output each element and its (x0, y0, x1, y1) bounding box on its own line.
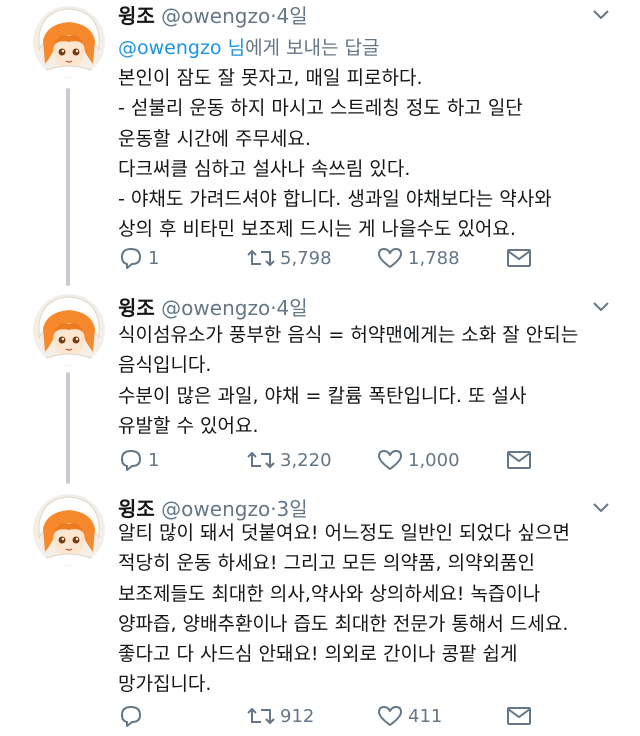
tweet-line: 양파즙, 양배추환이나 즙도 최대한 전문가 통해서 드세요. (118, 612, 569, 635)
direct-message-icon (507, 249, 531, 267)
like-count: 1,788 (408, 247, 460, 269)
tweet-text: 식이섬유소가 풍부한 음식 = 허약맨에게는 소화 잘 안되는 음식입니다. 수… (118, 320, 618, 441)
like-icon (378, 248, 402, 268)
direct-message-icon (507, 451, 531, 469)
direct-message-button[interactable] (506, 243, 532, 273)
tweet-text: 알티 많이 돼서 덧붙여요! 어느정도 일반인 되었다 싶으면 적당히 운동 하… (118, 518, 618, 700)
tweet-line: 본인이 잠도 잘 못자고, 매일 피로하다. (118, 67, 423, 89)
tweet-line: 망가집니다. (118, 673, 212, 696)
tweet-line: 알티 많이 돼서 덧붙여요! 어느정도 일반인 되었다 싶으면 (118, 522, 570, 544)
tweet-line: 식이섬유소가 풍부한 음식 = 허약맨에게는 소화 잘 안되는 (118, 324, 579, 346)
retweet-icon (247, 707, 275, 725)
direct-message-icon (507, 707, 531, 725)
like-count: 1,000 (408, 449, 460, 471)
avatar-illustration-icon (33, 494, 105, 566)
like-button[interactable]: 411 (376, 701, 442, 731)
retweet-count: 5,798 (280, 247, 332, 269)
tweet-line: 유발할 수 있어요. (118, 414, 259, 437)
thread-line (66, 88, 70, 286)
tweet-line: 다크써클 심하고 설사나 속쓰림 있다. (118, 157, 411, 180)
chevron-down-icon[interactable] (592, 301, 610, 313)
avatar[interactable] (33, 494, 105, 566)
timestamp[interactable]: 4일 (277, 296, 308, 320)
chevron-down-icon[interactable] (592, 502, 610, 514)
tweet-line: 좋다고 다 사드심 안돼요! 의외로 간이나 콩팥 쉽게 (118, 643, 518, 666)
retweet-icon (247, 249, 275, 267)
tweet-line: 운동할 시간에 주무세요. (118, 127, 311, 150)
reply-icon (121, 706, 141, 727)
avatar-illustration-icon (33, 6, 105, 78)
like-count: 411 (408, 705, 443, 727)
reply-count: 1 (148, 247, 160, 269)
reply-to-text: 에게 보내는 답글 (245, 37, 380, 59)
thread-line (66, 372, 70, 484)
tweet-text: 본인이 잠도 잘 못자고, 매일 피로하다. - 섣불리 운동 하지 마시고 스… (118, 63, 618, 245)
like-button[interactable]: 1,000 (376, 445, 460, 475)
reply-button[interactable]: 1 (118, 243, 159, 273)
avatar-illustration-icon (33, 294, 105, 366)
reply-icon (121, 450, 141, 471)
avatar[interactable] (33, 6, 105, 78)
reply-to-link[interactable]: @owengzo 님 (118, 37, 245, 59)
tweet-line: - 야채도 가려드셔야 합니다. 생과일 야채보다는 약사와 (118, 188, 552, 211)
direct-message-button[interactable] (506, 701, 532, 731)
reply-context: @owengzo 님에게 보내는 답글 (118, 33, 380, 60)
retweet-count: 912 (280, 705, 315, 727)
tweet-header: 윙조 @owengzo·4일 (118, 0, 308, 29)
retweet-button[interactable]: 5,798 (246, 243, 332, 273)
timestamp[interactable]: 4일 (277, 4, 308, 28)
tweet-line: 보조제들도 최대한 의사,약사와 상의하세요! 녹즙이나 (118, 582, 541, 605)
chevron-down-icon[interactable] (592, 9, 610, 21)
tweet-line: 상의 후 비타민 보조제 드시는 게 나을수도 있어요. (118, 218, 516, 241)
tweet-line: 수분이 많은 과일, 야채 = 칼륨 폭탄입니다. 또 설사 (118, 384, 527, 407)
like-icon (378, 706, 402, 726)
retweet-button[interactable]: 3,220 (246, 445, 332, 475)
tweet-line: 적당히 운동 하세요! 그리고 모든 의약품, 의약외품인 (118, 552, 535, 575)
tweet-header: 윙조 @owengzo·4일 (118, 292, 308, 321)
like-button[interactable]: 1,788 (376, 243, 460, 273)
reply-icon (121, 248, 141, 269)
tweet-line: 음식입니다. (118, 354, 212, 377)
display-name[interactable]: 윙조 (118, 4, 155, 28)
user-handle[interactable]: @owengzo (161, 4, 270, 28)
reply-button[interactable]: 1 (118, 445, 159, 475)
avatar[interactable] (33, 294, 105, 366)
tweet-line: - 섣불리 운동 하지 마시고 스트레칭 정도 하고 일단 (118, 97, 523, 120)
like-icon (378, 450, 402, 470)
direct-message-button[interactable] (506, 445, 532, 475)
user-handle[interactable]: @owengzo (161, 296, 270, 320)
display-name[interactable]: 윙조 (118, 296, 155, 320)
retweet-icon (247, 451, 275, 469)
retweet-button[interactable]: 912 (246, 701, 314, 731)
reply-count: 1 (148, 449, 160, 471)
retweet-count: 3,220 (280, 449, 332, 471)
reply-button[interactable] (118, 701, 148, 731)
